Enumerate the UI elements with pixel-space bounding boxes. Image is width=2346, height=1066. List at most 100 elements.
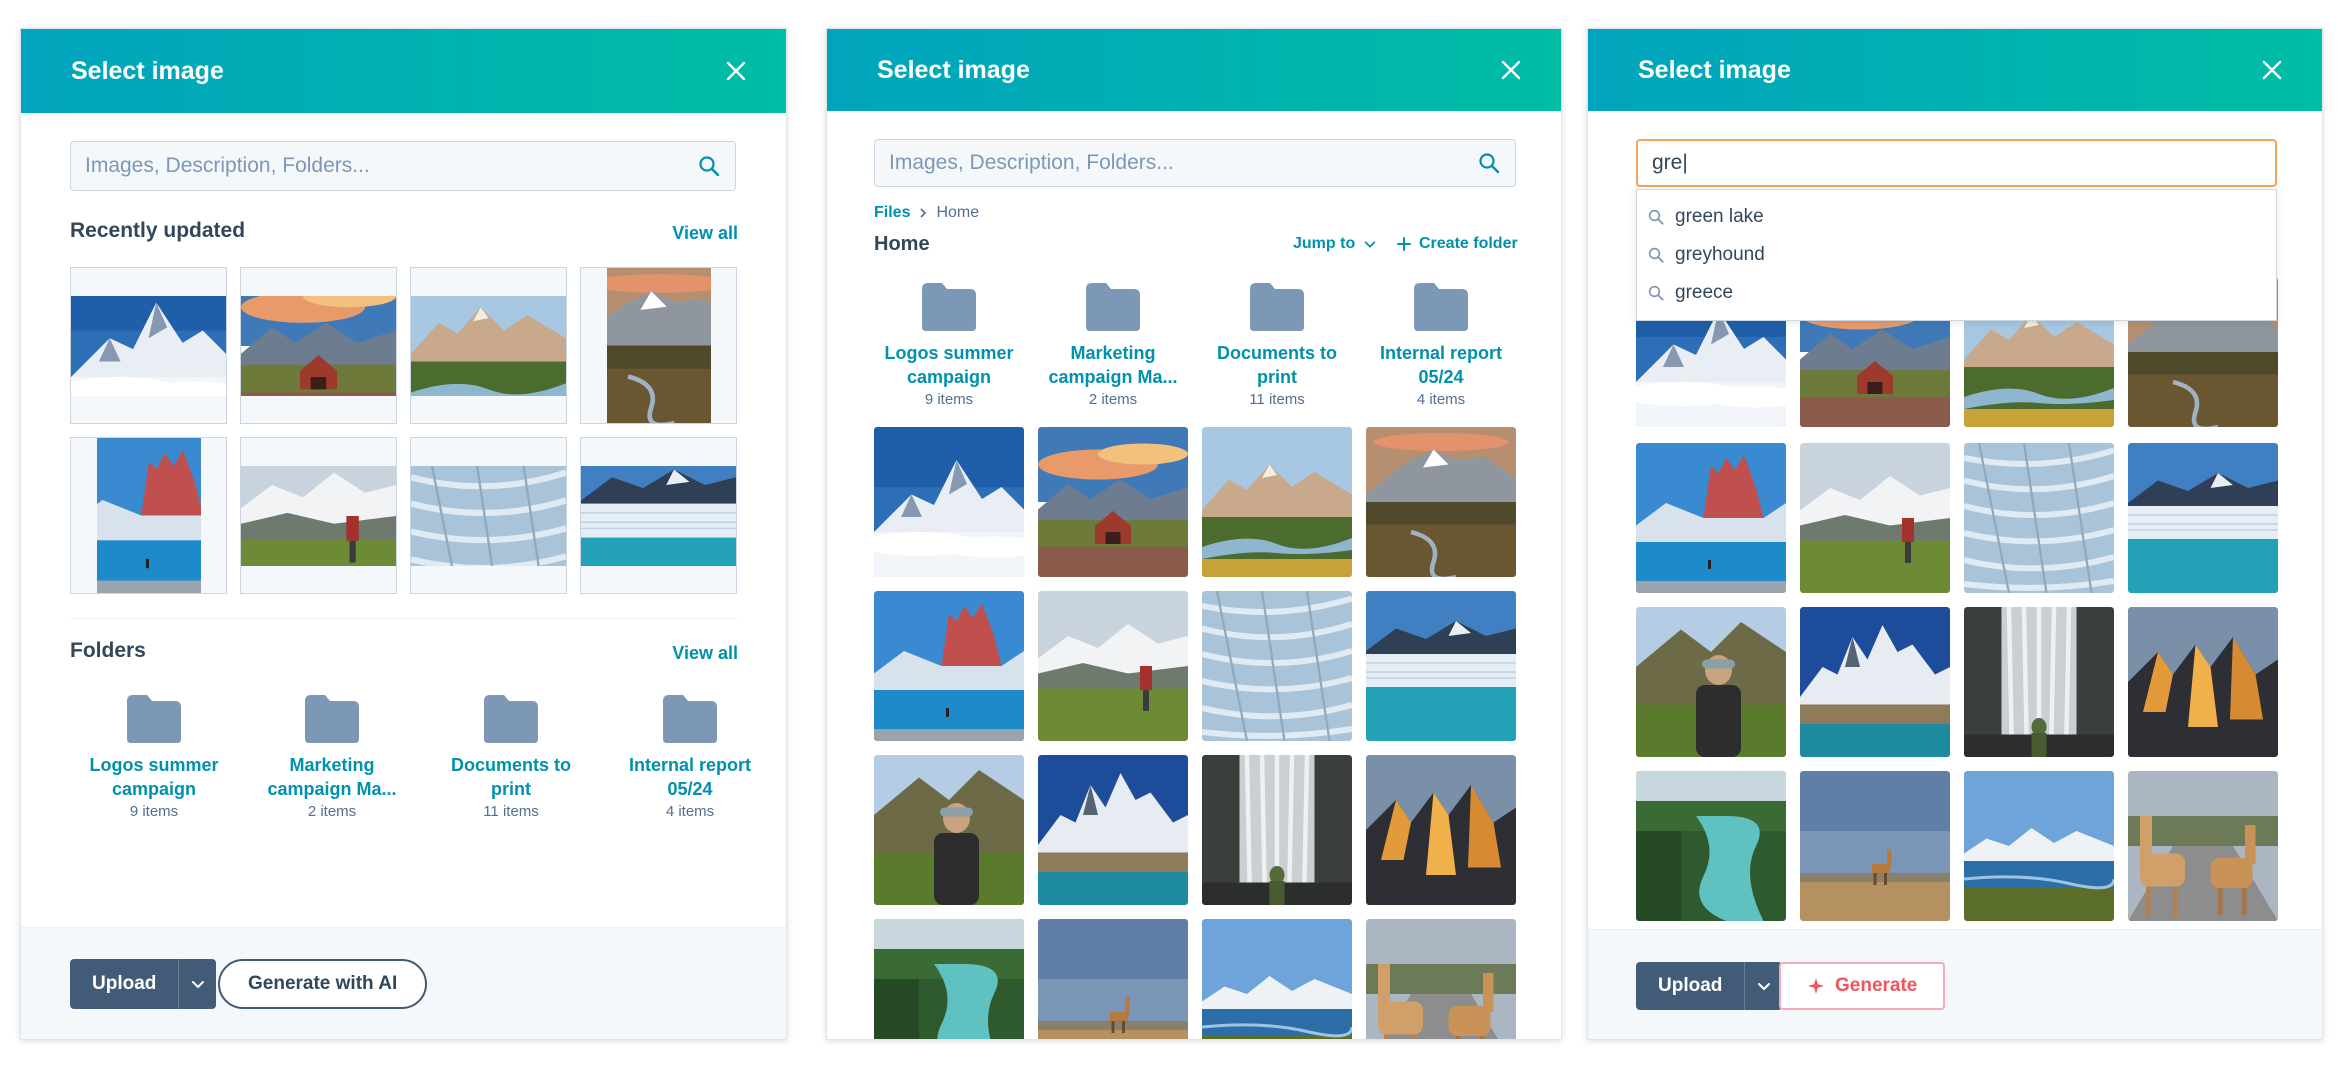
image-tile[interactable] bbox=[1202, 427, 1352, 577]
folder-icon bbox=[305, 695, 359, 743]
image-tile[interactable] bbox=[874, 427, 1024, 577]
recent-image[interactable] bbox=[70, 437, 227, 594]
folder-item[interactable]: Documents to print 11 items bbox=[1202, 281, 1352, 408]
search-input[interactable] bbox=[889, 151, 1477, 175]
image-tile[interactable] bbox=[2128, 607, 2278, 757]
folder-item[interactable]: Internal report 05/24 4 items bbox=[615, 693, 765, 820]
folder-item[interactable]: Marketing campaign Ma... 2 items bbox=[1038, 281, 1188, 408]
image-tile[interactable] bbox=[2128, 771, 2278, 921]
recent-image[interactable] bbox=[410, 437, 567, 594]
folder-item[interactable]: Internal report 05/24 4 items bbox=[1366, 281, 1516, 408]
image-tile[interactable] bbox=[1202, 755, 1352, 905]
image-thumbnail bbox=[1636, 443, 1786, 593]
folder-count: 9 items bbox=[129, 803, 179, 820]
image-thumbnail bbox=[1366, 591, 1516, 741]
image-thumbnail bbox=[411, 466, 566, 566]
jump-to-label: Jump to bbox=[1293, 235, 1356, 252]
image-thumbnail bbox=[1636, 607, 1786, 757]
generate-with-ai-button[interactable]: Generate with AI bbox=[218, 959, 428, 1009]
folder-name: Marketing campaign Ma... bbox=[1048, 343, 1178, 387]
image-tile[interactable] bbox=[1038, 919, 1188, 1040]
image-tile[interactable] bbox=[1636, 443, 1786, 593]
image-tile[interactable] bbox=[1800, 771, 1950, 921]
image-thumbnail bbox=[1964, 771, 2114, 921]
image-thumbnail bbox=[874, 427, 1024, 577]
breadcrumb: Files Home bbox=[874, 204, 979, 222]
upload-options-button[interactable] bbox=[178, 959, 217, 1009]
image-tile[interactable] bbox=[1038, 755, 1188, 905]
image-thumbnail bbox=[1038, 427, 1188, 577]
upload-button[interactable]: Upload bbox=[70, 959, 179, 1009]
recent-image[interactable] bbox=[240, 437, 397, 594]
upload-options-button[interactable] bbox=[1744, 962, 1783, 1010]
folder-count: 2 items bbox=[307, 803, 357, 820]
folder-name: Internal report 05/24 bbox=[1379, 343, 1503, 387]
image-thumbnail bbox=[241, 296, 396, 396]
image-tile[interactable] bbox=[1636, 771, 1786, 921]
image-thumbnail bbox=[1202, 591, 1352, 741]
folder-count: 9 items bbox=[924, 391, 974, 408]
recent-image[interactable] bbox=[410, 267, 567, 424]
search-icon bbox=[1648, 209, 1664, 225]
close-icon[interactable] bbox=[1499, 58, 1523, 82]
search-icon[interactable] bbox=[1477, 151, 1501, 175]
folders-view-all-link[interactable]: View all bbox=[672, 643, 738, 664]
jump-to-dropdown[interactable]: Jump to bbox=[1293, 235, 1377, 253]
image-tile[interactable] bbox=[1636, 607, 1786, 757]
plus-icon bbox=[1397, 237, 1411, 251]
folder-item[interactable]: Logos summer campaign 9 items bbox=[874, 281, 1024, 408]
upload-split-button: Upload bbox=[70, 959, 217, 1009]
search-input[interactable] bbox=[1652, 151, 2261, 175]
image-tile[interactable] bbox=[874, 591, 1024, 741]
close-icon[interactable] bbox=[2260, 58, 2284, 82]
image-thumbnail bbox=[71, 296, 226, 396]
image-thumbnail bbox=[1800, 443, 1950, 593]
generate-label: Generate bbox=[1835, 975, 1918, 996]
search-icon bbox=[1648, 247, 1664, 263]
image-tile[interactable] bbox=[1202, 591, 1352, 741]
panel-title: Select image bbox=[71, 56, 224, 85]
image-tile[interactable] bbox=[1964, 771, 2114, 921]
image-thumbnail bbox=[874, 591, 1024, 741]
recent-view-all-link[interactable]: View all bbox=[672, 223, 738, 244]
suggestion-item[interactable]: green lake bbox=[1637, 198, 2276, 236]
image-tile[interactable] bbox=[1964, 607, 2114, 757]
recent-image[interactable] bbox=[240, 267, 397, 424]
upload-button[interactable]: Upload bbox=[1636, 962, 1745, 1010]
image-tile[interactable] bbox=[1366, 591, 1516, 741]
image-tile[interactable] bbox=[1038, 427, 1188, 577]
image-thumbnail bbox=[581, 466, 736, 566]
folder-item[interactable]: Marketing campaign Ma... 2 items bbox=[257, 693, 407, 820]
folder-count: 11 items bbox=[1249, 391, 1305, 408]
create-folder-button[interactable]: Create folder bbox=[1397, 235, 1518, 253]
suggestion-item[interactable]: greyhound bbox=[1637, 236, 2276, 274]
image-tile[interactable] bbox=[874, 919, 1024, 1040]
image-thumbnail bbox=[1366, 919, 1516, 1040]
image-tile[interactable] bbox=[1800, 607, 1950, 757]
search-icon[interactable] bbox=[697, 154, 721, 178]
folder-icon bbox=[127, 695, 181, 743]
chevron-down-icon bbox=[1757, 983, 1770, 991]
generate-button[interactable]: Generate bbox=[1779, 962, 1946, 1010]
breadcrumb-files-link[interactable]: Files bbox=[874, 204, 910, 222]
recent-image[interactable] bbox=[580, 267, 737, 424]
image-tile[interactable] bbox=[874, 755, 1024, 905]
image-tile[interactable] bbox=[1366, 919, 1516, 1040]
image-tile[interactable] bbox=[1366, 755, 1516, 905]
image-tile[interactable] bbox=[1202, 919, 1352, 1040]
recent-image[interactable] bbox=[580, 437, 737, 594]
suggestion-item[interactable]: greece bbox=[1637, 274, 2276, 312]
close-icon[interactable] bbox=[724, 59, 748, 83]
folder-item[interactable]: Logos summer campaign 9 items bbox=[79, 693, 229, 820]
sparkle-icon bbox=[1807, 977, 1825, 995]
image-tile[interactable] bbox=[1964, 443, 2114, 593]
image-tile[interactable] bbox=[1366, 427, 1516, 577]
image-tile[interactable] bbox=[1038, 591, 1188, 741]
search-input[interactable] bbox=[85, 154, 697, 178]
image-thumbnail bbox=[1800, 607, 1950, 757]
image-tile[interactable] bbox=[2128, 443, 2278, 593]
folder-item[interactable]: Documents to print 11 items bbox=[436, 693, 586, 820]
image-thumbnail bbox=[1202, 755, 1352, 905]
recent-image[interactable] bbox=[70, 267, 227, 424]
image-tile[interactable] bbox=[1800, 443, 1950, 593]
